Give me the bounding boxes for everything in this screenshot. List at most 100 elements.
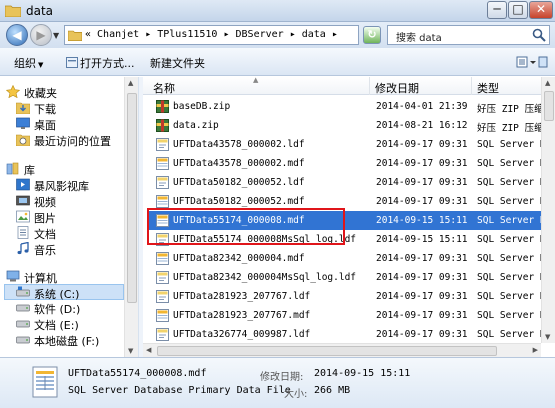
file-name: UFTData326774_009987.ldf bbox=[173, 329, 311, 340]
star-icon bbox=[6, 85, 20, 98]
title-bar[interactable]: data ─ □ ✕ bbox=[0, 0, 555, 22]
nav-documents-label: 文档 bbox=[34, 228, 56, 241]
nav-scrollbar[interactable]: ▲ ▼ bbox=[124, 77, 138, 357]
minimize-button[interactable]: ─ bbox=[487, 1, 507, 19]
maximize-button[interactable]: □ bbox=[508, 1, 528, 19]
file-row[interactable]: UFTData326774_009987.ldf 2014-09-17 09:31… bbox=[147, 325, 546, 344]
open-with-button[interactable]: 打开方式... bbox=[66, 55, 135, 71]
column-modified[interactable]: 修改日期 bbox=[375, 80, 419, 96]
column-type[interactable]: 类型 bbox=[477, 80, 499, 96]
nav-desktop-label: 桌面 bbox=[34, 119, 56, 132]
scroll-thumb[interactable] bbox=[157, 346, 497, 356]
computer-icon bbox=[6, 270, 20, 282]
nav-drive-c-label: 系统 (C:) bbox=[34, 288, 80, 301]
scroll-up-icon[interactable]: ▲ bbox=[545, 79, 550, 87]
file-modified: 2014-09-17 09:31 bbox=[376, 177, 468, 188]
recent-places-icon bbox=[16, 134, 30, 146]
details-size-value: 266 MB bbox=[314, 385, 351, 396]
drive-icon bbox=[16, 304, 30, 312]
zip-archive-icon bbox=[156, 100, 169, 113]
folder-icon bbox=[68, 30, 82, 41]
file-row[interactable]: UFTData281923_207767.ldf 2014-09-17 09:31… bbox=[147, 287, 546, 306]
scroll-up-icon[interactable]: ▲ bbox=[128, 79, 133, 87]
refresh-button[interactable]: ↻ bbox=[363, 26, 381, 44]
column-divider[interactable] bbox=[471, 77, 472, 95]
file-modified: 2014-09-15 15:11 bbox=[376, 215, 468, 226]
history-dropdown-icon[interactable]: ▼ bbox=[53, 31, 59, 40]
file-modified: 2014-08-21 16:12 bbox=[376, 120, 468, 131]
list-vertical-scrollbar[interactable]: ▲ ▼ bbox=[541, 77, 555, 343]
drive-icon bbox=[16, 320, 30, 328]
column-name[interactable]: 名称 bbox=[153, 80, 175, 96]
breadcrumb[interactable]: « Chanjet ▸ TPlus11510 ▸ DBServer ▸ data… bbox=[85, 29, 338, 40]
file-row[interactable]: UFTData281923_207767.mdf 2014-09-17 09:31… bbox=[147, 306, 546, 325]
column-header: ▲ 名称 修改日期 类型 bbox=[143, 77, 555, 95]
drive-icon bbox=[16, 336, 30, 344]
file-name: UFTData281923_207767.ldf bbox=[173, 291, 311, 302]
documents-icon bbox=[17, 226, 29, 239]
downloads-icon bbox=[16, 102, 30, 114]
file-type: SQL Server D bbox=[477, 139, 546, 150]
scroll-right-icon[interactable]: ▶ bbox=[533, 346, 538, 354]
nav-drive-c[interactable]: 系统 (C:) bbox=[4, 284, 124, 301]
column-divider[interactable] bbox=[369, 77, 370, 95]
scroll-thumb[interactable] bbox=[127, 93, 137, 303]
forward-button[interactable]: ▶ bbox=[30, 24, 52, 46]
nav-music-label: 音乐 bbox=[34, 244, 56, 257]
file-row[interactable]: baseDB.zip 2014-04-01 21:39 好压 ZIP 压缩 bbox=[147, 97, 544, 116]
close-button[interactable]: ✕ bbox=[529, 1, 553, 19]
file-row[interactable]: data.zip 2014-08-21 16:12 好压 ZIP 压缩 bbox=[147, 116, 544, 135]
file-row[interactable]: UFTData50182_000052.ldf 2014-09-17 09:31 S… bbox=[147, 173, 546, 192]
file-modified: 2014-09-17 09:31 bbox=[376, 253, 468, 264]
search-placeholder: 搜索 data bbox=[396, 33, 442, 44]
file-modified: 2014-09-17 09:31 bbox=[376, 329, 468, 340]
file-name: data.zip bbox=[173, 120, 219, 131]
address-bar[interactable]: « Chanjet ▸ TPlus11510 ▸ DBServer ▸ data… bbox=[64, 25, 414, 45]
nav-pictures-label: 图片 bbox=[34, 212, 56, 225]
change-view-icon[interactable] bbox=[515, 54, 549, 70]
sql-log-file-icon bbox=[156, 290, 169, 303]
file-row[interactable]: UFTData43578_000002.mdf 2014-09-17 09:31 S… bbox=[147, 154, 546, 173]
file-row[interactable]: UFTData82342_000004.mdf 2014-09-17 09:31 S… bbox=[147, 249, 546, 268]
file-type: SQL Server D bbox=[477, 177, 546, 188]
address-row: ◀ ▶ ▼ « Chanjet ▸ TPlus11510 ▸ DBServer … bbox=[0, 22, 555, 48]
file-row[interactable]: UFTData43578_000002.ldf 2014-09-17 09:31 S… bbox=[147, 135, 546, 154]
file-name: UFTData43578_000002.mdf bbox=[173, 158, 305, 169]
sql-data-file-icon bbox=[156, 157, 169, 170]
file-modified: 2014-09-17 09:31 bbox=[376, 291, 468, 302]
scroll-down-icon[interactable]: ▼ bbox=[128, 347, 133, 355]
library-icon bbox=[6, 162, 19, 175]
open-with-icon bbox=[66, 57, 78, 68]
file-modified: 2014-04-01 21:39 bbox=[376, 101, 468, 112]
nav-downloads-label: 下载 bbox=[34, 103, 56, 116]
file-name: UFTData82342_000004MsSql_log.ldf bbox=[173, 272, 357, 283]
sort-indicator-icon: ▲ bbox=[253, 77, 259, 84]
scroll-down-icon[interactable]: ▼ bbox=[545, 333, 550, 341]
nav-drive-d-label: 软件 (D:) bbox=[34, 303, 81, 316]
organize-label: 组织 bbox=[14, 57, 36, 70]
sql-data-file-icon bbox=[156, 252, 169, 265]
file-type: SQL Server D bbox=[477, 272, 546, 283]
folder-icon bbox=[5, 5, 21, 17]
media-library-icon bbox=[16, 178, 30, 191]
file-name: UFTData43578_000002.ldf bbox=[173, 139, 305, 150]
file-type: 好压 ZIP 压缩 bbox=[477, 123, 544, 134]
nav-drive-e-label: 文档 (E:) bbox=[34, 319, 79, 332]
organize-button[interactable]: 组织 ▼ bbox=[14, 55, 43, 71]
search-icon[interactable] bbox=[532, 28, 546, 42]
nav-libraries-label: 库 bbox=[24, 164, 35, 177]
file-name: UFTData82342_000004.mdf bbox=[173, 253, 305, 264]
sql-log-file-icon bbox=[156, 328, 169, 341]
search-input[interactable]: 搜索 data bbox=[387, 25, 550, 45]
sql-log-file-icon bbox=[156, 176, 169, 189]
new-folder-button[interactable]: 新建文件夹 bbox=[150, 55, 205, 71]
list-horizontal-scrollbar[interactable]: ◀ ▶ bbox=[143, 343, 541, 357]
scroll-thumb[interactable] bbox=[544, 91, 554, 121]
file-type: SQL Server D bbox=[477, 253, 546, 264]
scroll-left-icon[interactable]: ◀ bbox=[146, 346, 151, 354]
file-row[interactable]: UFTData82342_000004MsSql_log.ldf 2014-09-… bbox=[147, 268, 546, 287]
back-button[interactable]: ◀ bbox=[6, 24, 28, 46]
file-modified: 2014-09-17 09:31 bbox=[376, 139, 468, 150]
nav-favorites-label: 收藏夹 bbox=[24, 87, 57, 100]
sql-log-file-icon bbox=[156, 271, 169, 284]
